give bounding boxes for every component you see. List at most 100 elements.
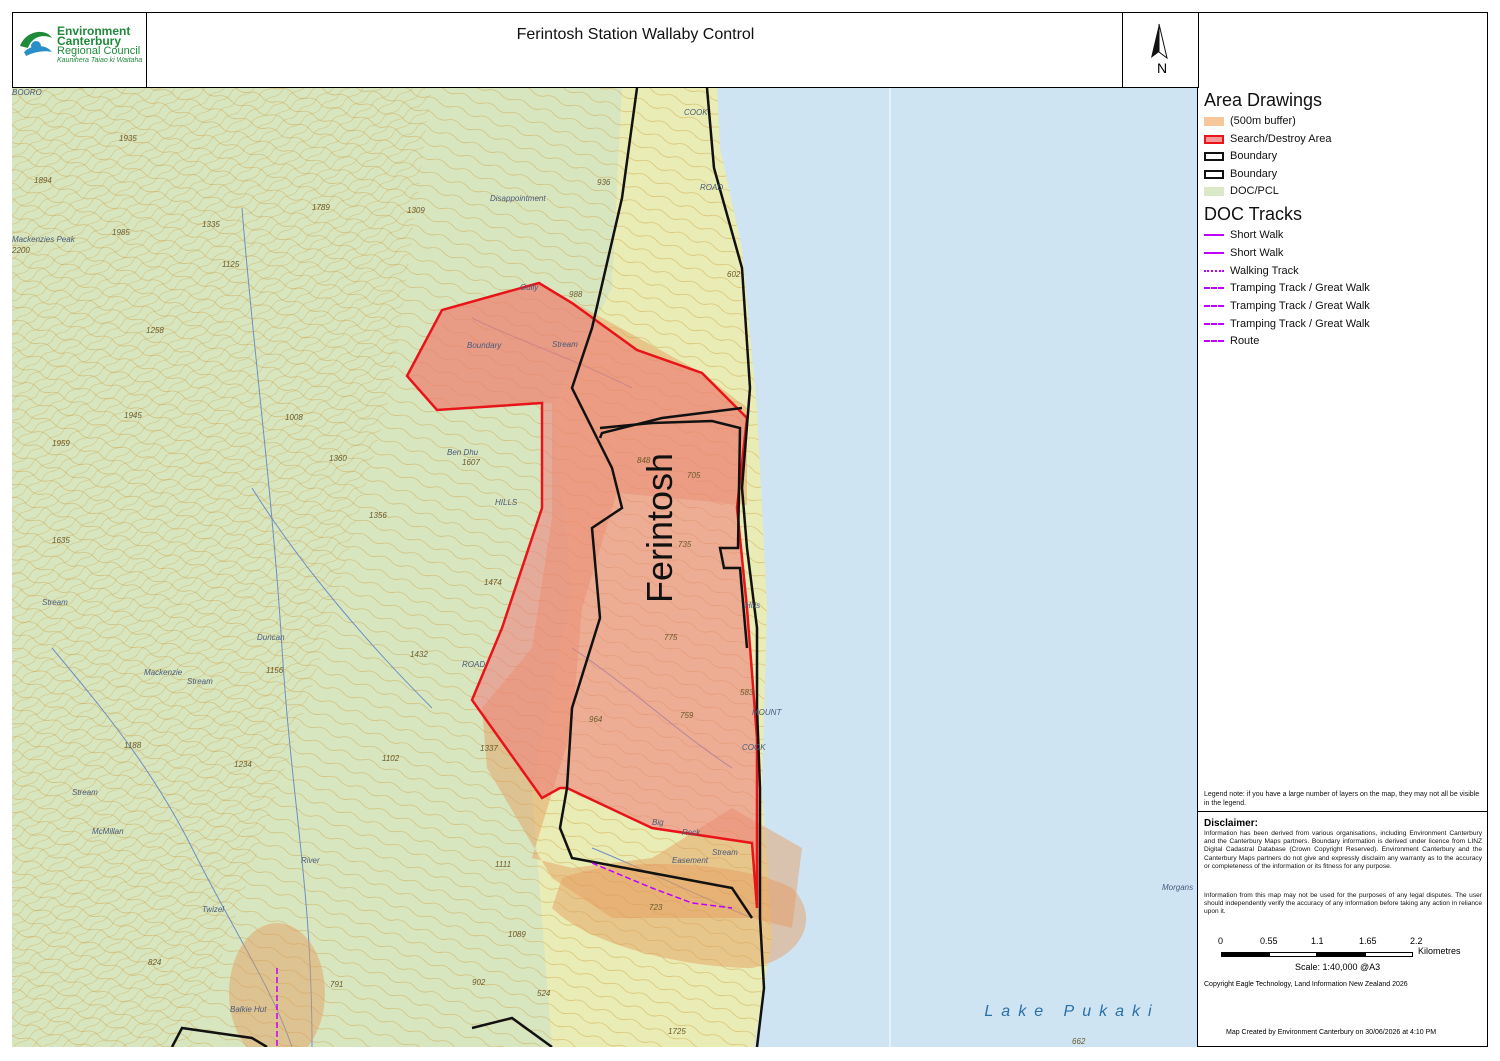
map-label: 1360 bbox=[329, 454, 347, 463]
north-arrow: N bbox=[1122, 12, 1199, 88]
boundary-swatch-2 bbox=[1204, 169, 1224, 179]
scale-seg-1 bbox=[1221, 952, 1269, 957]
map-canvas[interactable]: Ferintosh Lake Pukaki Mackenzies Peak 220… bbox=[12, 88, 1198, 1047]
map-label: Balkie Hut bbox=[230, 1005, 267, 1014]
map-label: Duncan bbox=[257, 633, 285, 642]
map-label: Stream bbox=[42, 598, 68, 607]
map-label: 1008 bbox=[285, 413, 303, 422]
map-label: 1111 bbox=[495, 860, 512, 869]
map-label: 705 bbox=[687, 471, 701, 480]
map-label: 662 bbox=[1072, 1037, 1086, 1046]
map-label: 1335 bbox=[202, 220, 220, 229]
map-label: 1337 bbox=[480, 744, 498, 753]
map-label: Hills bbox=[745, 601, 761, 610]
map-svg: Ferintosh Lake Pukaki bbox=[12, 88, 1197, 1047]
map-label: Stream bbox=[712, 848, 738, 857]
legend-note: Legend note: if you have a large number … bbox=[1204, 791, 1480, 807]
walking-track-swatch bbox=[1204, 270, 1224, 272]
map-label: 1789 bbox=[312, 203, 330, 212]
map-label: BOORO bbox=[12, 88, 42, 97]
map-label: ROAD bbox=[462, 660, 486, 669]
scale-tick-1: 0.55 bbox=[1260, 936, 1278, 946]
map-label: 1188 bbox=[124, 741, 142, 750]
map-label: 759 bbox=[680, 711, 694, 720]
legend-boundary-label-2: Boundary bbox=[1230, 168, 1278, 180]
map-label: 1432 bbox=[410, 650, 428, 659]
legend-track-label-6: Tramping Track / Great Walk bbox=[1230, 318, 1370, 330]
map-label: Easement bbox=[672, 856, 709, 865]
copyright: Copyright Eagle Technology, Land Informa… bbox=[1204, 981, 1408, 988]
map-label: 1959 bbox=[52, 439, 70, 448]
legend-track-6: Tramping Track / Great Walk bbox=[1204, 316, 1370, 332]
map-label: 1156 bbox=[266, 666, 284, 675]
scale-bar: 0 0.55 1.1 1.65 2.2 Kilometres Scale: 1:… bbox=[1218, 936, 1478, 976]
map-label: Big bbox=[652, 818, 664, 827]
map-label: 735 bbox=[678, 540, 692, 549]
map-label: COOK bbox=[684, 108, 708, 117]
short-walk-swatch bbox=[1204, 234, 1224, 236]
map-label: 1985 bbox=[112, 228, 130, 237]
north-label: N bbox=[1157, 60, 1168, 76]
legend-track-1: Short Walk bbox=[1204, 227, 1283, 243]
map-label: Boundary bbox=[467, 341, 502, 350]
map-label: 1474 bbox=[484, 578, 502, 587]
legend-track-label-1: Short Walk bbox=[1230, 229, 1284, 241]
map-label: 1635 bbox=[52, 536, 70, 545]
short-walk-swatch-2 bbox=[1204, 252, 1224, 254]
map-label: 1725 bbox=[668, 1027, 686, 1036]
map-label: COOK bbox=[742, 743, 766, 752]
legend-boundary-2: Boundary bbox=[1204, 166, 1277, 182]
route-swatch bbox=[1204, 340, 1224, 342]
tramping-swatch-3 bbox=[1204, 323, 1224, 325]
map-label: McMillan bbox=[92, 827, 124, 836]
header-bar bbox=[12, 12, 1198, 88]
map-label: 1356 bbox=[369, 511, 387, 520]
map-label: Morgans bbox=[1162, 883, 1194, 892]
ferintosh-label: Ferintosh bbox=[639, 453, 680, 603]
legend-doc-heading: DOC Tracks bbox=[1204, 204, 1303, 224]
map-label: MOUNT bbox=[752, 708, 782, 717]
legend-buffer-label: (500m buffer) bbox=[1230, 115, 1296, 127]
map-label: 1102 bbox=[382, 754, 400, 763]
map-label: 1234 bbox=[234, 760, 252, 769]
legend-track-label-2: Short Walk bbox=[1230, 247, 1284, 259]
legend-track-2: Short Walk bbox=[1204, 245, 1283, 261]
legend-track-label-5: Tramping Track / Great Walk bbox=[1230, 300, 1370, 312]
lake-label: Lake Pukaki bbox=[984, 1003, 1159, 1020]
created-note: Map Created by Environment Canterbury on… bbox=[1226, 1029, 1437, 1036]
map-label: Mackenzies Peak bbox=[12, 235, 75, 244]
map-label: 1935 bbox=[119, 134, 137, 143]
map-label: Twizel bbox=[202, 905, 225, 914]
map-label: 1607 bbox=[462, 458, 480, 467]
doc-swatch bbox=[1204, 186, 1224, 196]
scale-unit: Kilometres bbox=[1418, 946, 1461, 956]
legend-track-7: Route bbox=[1204, 333, 1259, 349]
legend-boundary-1: Boundary bbox=[1204, 148, 1277, 164]
north-arrow-icon bbox=[1151, 23, 1168, 60]
map-label: Ben Dhu bbox=[447, 448, 479, 457]
map-label: 848 bbox=[637, 456, 651, 465]
boundary-swatch bbox=[1204, 151, 1224, 161]
map-label: 964 bbox=[589, 715, 603, 724]
scale-text: Scale: 1:40,000 @A3 bbox=[1295, 962, 1381, 972]
map-label: River bbox=[301, 856, 320, 865]
legend-track-label-3: Walking Track bbox=[1230, 265, 1299, 277]
legend-track-label-4: Tramping Track / Great Walk bbox=[1230, 282, 1370, 294]
map-label: Gully bbox=[520, 283, 539, 292]
map-label: 1125 bbox=[222, 260, 240, 269]
map-title: Ferintosh Station Wallaby Control bbox=[516, 26, 755, 43]
map-label: 1894 bbox=[34, 176, 52, 185]
map-label: 583 bbox=[740, 688, 754, 697]
map-label: Mackenzie bbox=[144, 668, 183, 677]
scale-seg-4 bbox=[1365, 952, 1413, 957]
map-label: 602 bbox=[727, 270, 741, 279]
map-label: 524 bbox=[537, 989, 551, 998]
map-label: 824 bbox=[148, 958, 162, 967]
legend-panel: Area Drawings (500m buffer) Search/Destr… bbox=[1198, 88, 1488, 1047]
search-swatch bbox=[1204, 134, 1224, 144]
tramping-swatch-2 bbox=[1204, 305, 1224, 307]
map-label: Rock bbox=[682, 828, 701, 837]
map-label: Disappointment bbox=[490, 194, 546, 203]
map-label: 1089 bbox=[508, 930, 526, 939]
scale-tick-2: 1.1 bbox=[1311, 936, 1324, 946]
